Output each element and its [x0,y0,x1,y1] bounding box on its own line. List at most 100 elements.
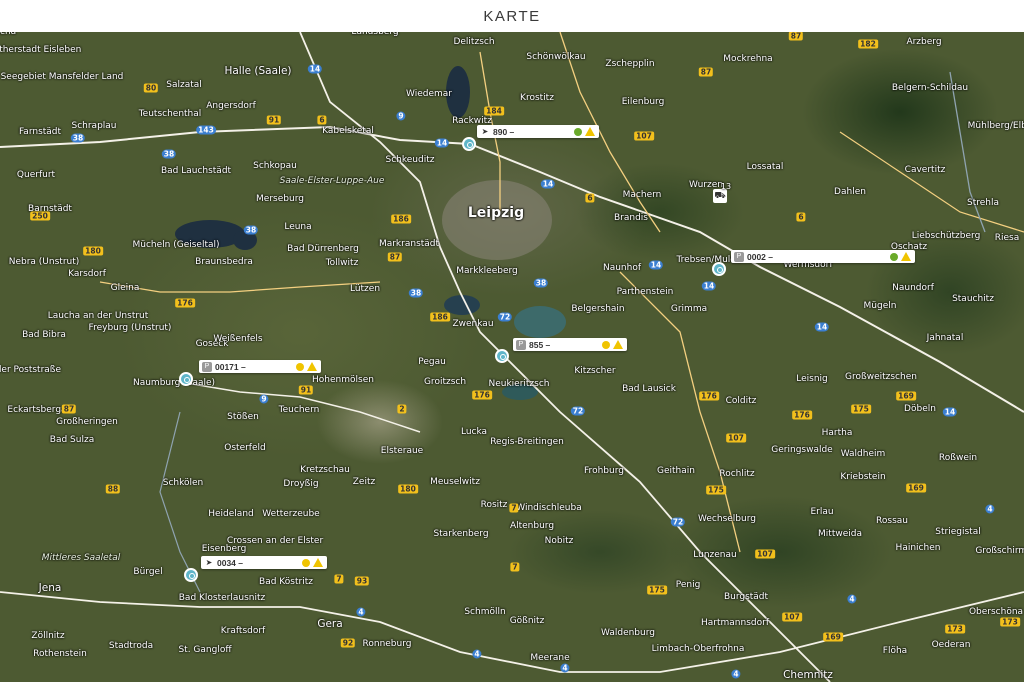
place-label: Belgern-Schildau [891,83,969,93]
place-label: Gleina [110,283,140,293]
place-label: Naunhof [602,263,642,273]
place-label: Stauchitz [952,294,994,304]
vehicle-label-890[interactable]: ➤ 890 – [477,125,599,138]
autobahn-shield: 14 [701,281,717,291]
place-label: Laucha [0,32,17,37]
page-title: KARTE [483,7,541,25]
place-label: Delitzsch [453,37,495,47]
status-yellow-dot-icon [296,362,304,371]
satellite-map[interactable]: Lutherstadt Eisleben Seegebiet Mansfelder… [0,32,1024,682]
navigation-arrow-icon: ➤ [481,127,489,136]
bundesstrasse-shield: 180 [83,246,103,256]
bundesstrasse-shield: 91 [266,115,282,125]
place-label: Farnstädt [18,127,62,137]
place-label: Colditz [725,396,757,406]
place-label: Kretzschau [300,465,350,475]
warning-triangle-icon [613,340,623,349]
place-label: Limbach-Oberfrohna [651,644,745,654]
vehicle-label-text: 0034 – [217,557,243,568]
bundesstrasse-shield: 186 [430,312,450,322]
bundesstrasse-shield: 176 [472,390,492,400]
autobahn-shield: 14 [942,407,958,417]
bundesstrasse-shield: 175 [706,485,726,495]
vehicle-label-0034[interactable]: ➤ 0034 – [201,556,327,569]
place-label: Striegistal [935,527,981,537]
warning-triangle-icon [313,558,323,567]
autobahn-shield: 72 [570,406,586,416]
place-label: Kabelsketal [322,126,374,136]
place-label: Altenburg [509,521,555,531]
place-label: Mügeln [863,301,897,311]
autobahn-shield: 14 [648,260,664,270]
place-label: Droyßig [283,479,319,489]
place-label: Großweitzschen [845,372,917,382]
autobahn-shield: 72 [670,517,686,527]
place-label: Mittweida [818,529,862,539]
map-header: KARTE [0,0,1024,32]
place-label: Osterfeld [224,443,266,453]
status-yellow-dot-icon [302,558,310,567]
place-label: Stadtroda [108,641,154,651]
place-label: Bürgel [133,567,163,577]
vehicle-label-0002[interactable]: P 0002 – [731,250,915,263]
place-label: St. Gangloff [178,645,232,655]
place-label: Brandis [614,213,648,223]
place-label: Hainichen [895,543,941,553]
place-label: Kraftsdorf [220,626,266,636]
parking-icon: P [516,339,526,350]
vehicle-marker-00171[interactable] [179,372,193,386]
bundesstrasse-shield: 87 [61,404,77,414]
bundesstrasse-shield: 7 [509,503,519,513]
place-label: Teutschenthal [138,109,202,119]
place-label: Lützen [349,284,381,294]
bundesstrasse-shield: 176 [792,410,812,420]
place-label: Großheringen [56,417,118,427]
place-label: Merseburg [256,194,304,204]
autobahn-shield: 14 [814,322,830,332]
vehicle-label-855[interactable]: P 855 – [513,338,627,351]
autobahn-shield: 14 [434,138,450,148]
place-label: Meuselwitz [430,477,480,487]
place-label: Oederan [931,640,971,650]
place-label: Belgershain [571,304,625,314]
place-label: Wiedemar [406,89,452,99]
vehicle-marker-0034[interactable] [184,568,198,582]
place-label: Schkopau [253,161,297,171]
place-label: Liebschützberg [911,231,981,241]
place-label: Halle (Saale) [224,65,292,77]
place-label: Penig [675,580,701,590]
place-label: Burgstädt [723,592,769,602]
bundesstrasse-shield: 87 [387,252,403,262]
status-green-dot-icon [574,127,582,136]
vehicle-cluster-count: 13 [720,182,732,191]
place-label: Naumburg (Saale) [132,378,216,388]
place-label: Roßwein [938,453,978,463]
vehicle-label-00171[interactable]: P 00171 – [199,360,321,373]
place-label: Kitzscher [574,366,616,376]
place-label: Seegebiet Mansfelder Land [0,72,124,82]
place-label: Querfurt [16,170,56,180]
vehicle-marker-0002[interactable] [712,262,726,276]
place-label: Regis-Breitingen [490,437,564,447]
place-label: Nebra (Unstrut) [8,257,80,267]
place-label: Naundorf [892,283,934,293]
vehicle-marker-890[interactable] [462,137,476,151]
place-label: Schkölen [162,478,204,488]
vehicle-marker-855[interactable] [495,349,509,363]
place-label: Gößnitz [509,616,545,626]
autobahn-shield: 143 [196,125,216,135]
place-label: Erlau [810,507,834,517]
place-label: Jahnatal [926,333,964,343]
warning-triangle-icon [901,252,911,261]
place-label: Hartha [821,428,853,438]
parking-icon: P [734,251,744,262]
vehicle-label-text: 855 – [529,339,551,350]
bundesstrasse-shield: 186 [391,214,411,224]
place-label: Hohenmölsen [312,375,374,385]
place-label: Saale-Elster-Luppe-Aue [279,176,385,186]
bundesstrasse-shield: 7 [334,574,344,584]
bundesstrasse-shield: 6 [585,193,595,203]
place-label: Oberschöna [968,607,1024,617]
place-label: Waldheim [840,449,886,459]
place-label: Lunzenau [693,550,737,560]
